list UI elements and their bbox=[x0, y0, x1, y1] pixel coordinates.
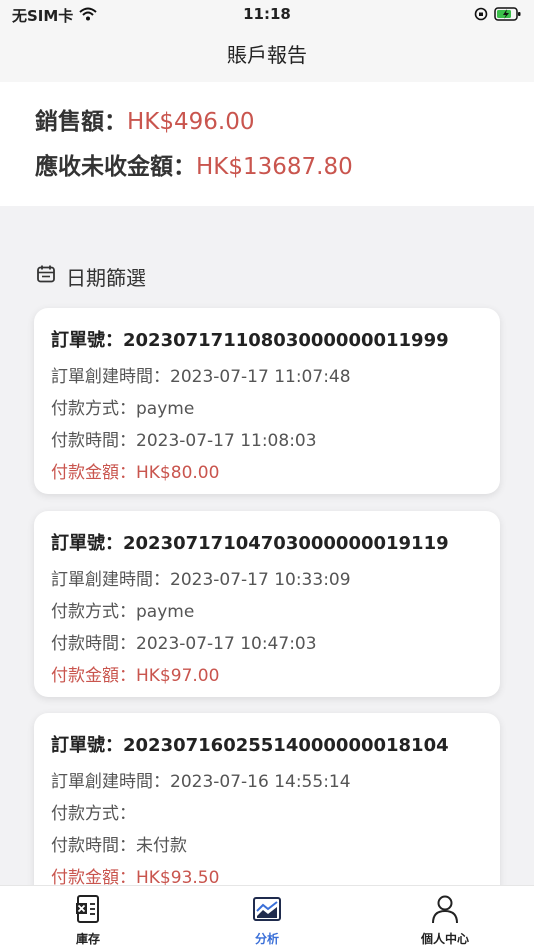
order-card[interactable]: 訂單號：20230716025514000000018104 訂單創建時間：20… bbox=[34, 713, 500, 899]
date-filter-label: 日期篩選 bbox=[66, 266, 146, 290]
status-right bbox=[474, 6, 522, 25]
order-number: 訂單號：20230717104703000000019119 bbox=[51, 533, 449, 554]
tab-inventory-label: 庫存 bbox=[75, 932, 100, 946]
tab-inventory[interactable]: 庫存 bbox=[28, 894, 148, 947]
tab-analysis[interactable]: 分析 bbox=[207, 894, 327, 947]
date-filter-button[interactable]: 日期篩選 bbox=[36, 262, 146, 291]
page-title: 賬戶報告 bbox=[227, 43, 307, 67]
calendar-icon bbox=[36, 264, 56, 289]
order-card[interactable]: 訂單號：20230717110803000000011999 訂單創建時間：20… bbox=[34, 308, 500, 494]
order-created-time: 訂單創建時間：2023-07-16 14:55:14 bbox=[51, 772, 351, 792]
payment-method: 付款方式： bbox=[51, 804, 136, 824]
payment-time: 付款時間：2023-07-17 10:47:03 bbox=[51, 634, 317, 654]
person-icon bbox=[430, 895, 460, 928]
order-created-time: 訂單創建時間：2023-07-17 11:07:48 bbox=[51, 367, 351, 387]
screen: 无SIM卡 11:18 賬戶報告 銷售額：HK$496.00 應收未收金額：HK… bbox=[0, 0, 534, 950]
analysis-icon bbox=[252, 897, 282, 928]
status-time: 11:18 bbox=[243, 5, 291, 23]
nav-bar: 賬戶報告 bbox=[0, 28, 534, 82]
payment-time: 付款時間：未付款 bbox=[51, 836, 187, 856]
sales-label: 銷售額： bbox=[35, 109, 127, 135]
receivable-label: 應收未收金額： bbox=[35, 154, 196, 180]
order-created-time: 訂單創建時間：2023-07-17 10:33:09 bbox=[51, 570, 351, 590]
payment-amount: 付款金額：HK$97.00 bbox=[51, 666, 220, 686]
tab-profile-label: 個人中心 bbox=[420, 932, 469, 946]
sales-row: 銷售額：HK$496.00 bbox=[35, 102, 255, 136]
battery-icon bbox=[494, 6, 522, 25]
tab-bar: 庫存 分析 個人中心 bbox=[0, 885, 534, 950]
order-number: 訂單號：20230717110803000000011999 bbox=[51, 330, 449, 351]
payment-amount: 付款金額：HK$80.00 bbox=[51, 463, 220, 483]
tab-analysis-label: 分析 bbox=[254, 932, 279, 946]
payment-method: 付款方式：payme bbox=[51, 602, 195, 622]
status-bar: 无SIM卡 11:18 bbox=[0, 0, 534, 28]
payment-time: 付款時間：2023-07-17 11:08:03 bbox=[51, 431, 317, 451]
order-number: 訂單號：20230716025514000000018104 bbox=[51, 735, 449, 756]
inventory-icon bbox=[75, 895, 101, 928]
orientation-lock-icon bbox=[474, 6, 488, 25]
sales-amount: HK$496.00 bbox=[127, 109, 255, 135]
tab-profile[interactable]: 個人中心 bbox=[385, 894, 505, 947]
summary-panel: 銷售額：HK$496.00 應收未收金額：HK$13687.80 bbox=[0, 82, 534, 206]
receivable-amount: HK$13687.80 bbox=[196, 154, 353, 180]
payment-method: 付款方式：payme bbox=[51, 399, 195, 419]
order-card[interactable]: 訂單號：20230717104703000000019119 訂單創建時間：20… bbox=[34, 511, 500, 697]
receivable-row: 應收未收金額：HK$13687.80 bbox=[35, 147, 353, 181]
